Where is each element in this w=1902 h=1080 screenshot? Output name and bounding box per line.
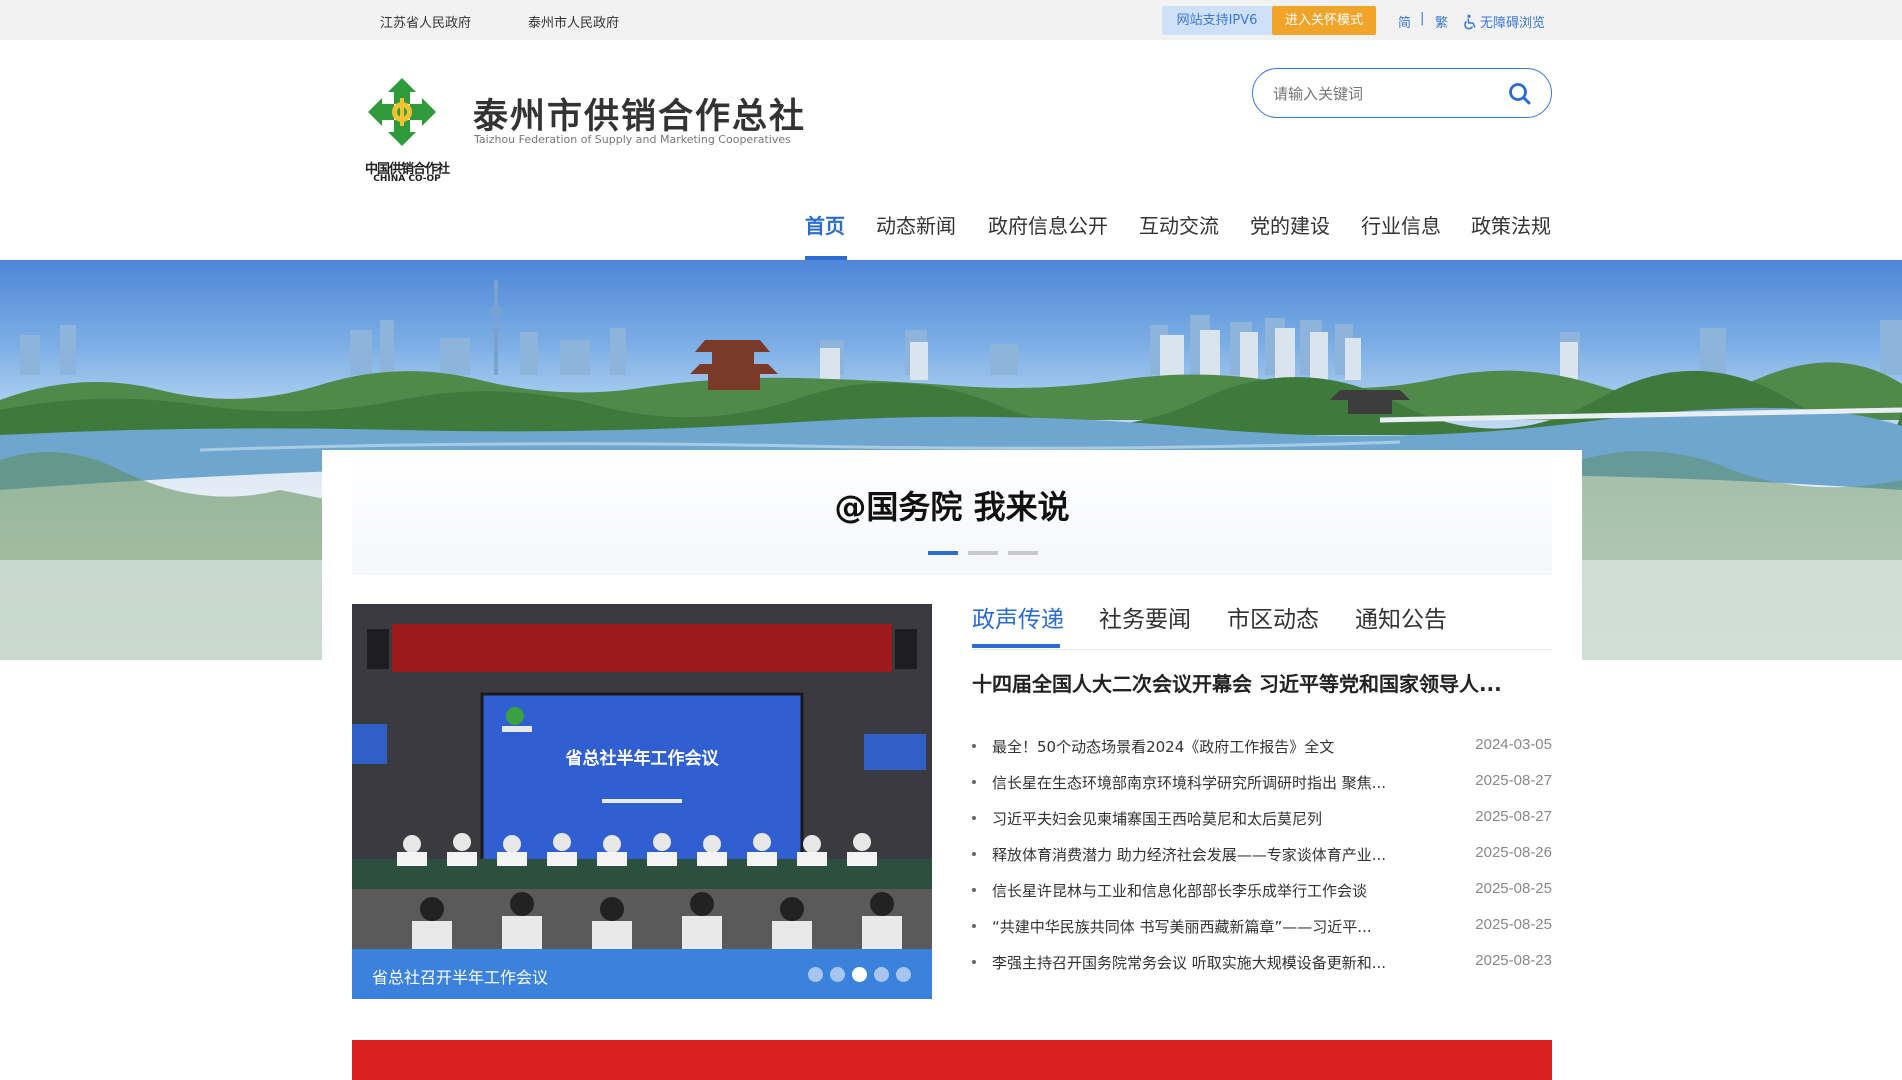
news-item[interactable]: “共建中华民族共同体 书写美丽西藏新篇章”——习近平... 2025-08-25 [972,916,1552,944]
nav-industry-info[interactable]: 行业信息 [1361,210,1441,239]
bullet [972,888,976,892]
ipv6-badge: 网站支持IPV6 [1162,6,1272,35]
promo-banner[interactable] [352,1040,1552,1080]
news-item[interactable]: 习近平夫妇会见柬埔寨国王西哈莫尼和太后莫尼列 2025-08-27 [972,808,1552,836]
news-date: 2025-08-25 [1475,880,1552,897]
news-item[interactable]: 释放体育消费潜力 助力经济社会发展——专家谈体育产业... 2025-08-26 [972,844,1552,872]
carousel-photo[interactable]: 省总社半年工作会议 [352,604,932,949]
headline-pager-dot[interactable] [1008,551,1038,555]
wheelchair-icon [1464,14,1476,30]
care-mode-button[interactable]: 进入关怀模式 [1272,6,1376,35]
lang-separator: | [1420,11,1425,26]
carousel-dot[interactable] [830,967,845,982]
tab-gov-voice[interactable]: 政声传递 [972,600,1064,634]
news-title[interactable]: 信长星在生态环境部南京环境科学研究所调研时指出 聚焦... [992,772,1432,793]
news-item[interactable]: 信长星在生态环境部南京环境科学研究所调研时指出 聚焦... 2025-08-27 [972,772,1552,800]
link-taizhou-gov[interactable]: 泰州市人民政府 [528,12,619,31]
tab-coop-news[interactable]: 社务要闻 [1099,600,1191,634]
promo-banner-lettering [382,1073,1482,1080]
news-title[interactable]: 信长星许昆林与工业和信息化部部长李乐成举行工作会谈 [992,880,1432,901]
carousel-caption[interactable]: 省总社召开半年工作会议 [372,964,548,988]
news-title[interactable]: 最全！50个动态场景看2024《政府工作报告》全文 [992,736,1432,757]
site-title[interactable]: 泰州市供销合作总社 [473,88,806,139]
site-header: 中国供销合作社 CHINA CO-OP 泰州市供销合作总社 Taizhou Fe… [0,40,1902,260]
tab-notices[interactable]: 通知公告 [1355,600,1447,634]
bullet [972,924,976,928]
site-subtitle: Taizhou Federation of Supply and Marketi… [474,133,791,146]
headline-pager-dot[interactable] [928,551,958,555]
nav-gov-info[interactable]: 政府信息公开 [988,210,1108,239]
link-jiangsu-gov[interactable]: 江苏省人民政府 [380,12,471,31]
nav-interaction[interactable]: 互动交流 [1139,210,1219,239]
bullet [972,852,976,856]
news-title[interactable]: 释放体育消费潜力 助力经济社会发展——专家谈体育产业... [992,844,1432,865]
nav-party-building[interactable]: 党的建设 [1250,210,1330,239]
nav-home[interactable]: 首页 [805,210,845,239]
top-bar-inner: 江苏省人民政府 泰州市人民政府 网站支持IPV6 进入关怀模式 简 | 繁 无障… [352,0,1552,40]
carousel-dot[interactable] [808,967,823,982]
carousel-dot[interactable] [896,967,911,982]
accessibility-label: 无障碍浏览 [1480,16,1546,31]
headline-pager-dot[interactable] [968,551,998,555]
accessibility-button[interactable]: 无障碍浏览 [1462,12,1545,31]
headline-strip: @国务院 我来说 [352,450,1552,575]
traditional-chinese-toggle[interactable]: 繁 [1435,12,1448,31]
news-date: 2025-08-25 [1475,916,1552,933]
promo-banner-artwork [382,1060,1482,1080]
news-date: 2025-08-23 [1475,952,1552,969]
headline-title[interactable]: @国务院 我来说 [352,482,1552,528]
news-title[interactable]: “共建中华民族共同体 书写美丽西藏新篇章”——习近平... [992,916,1432,937]
top-bar: 江苏省人民政府 泰州市人民政府 网站支持IPV6 进入关怀模式 简 | 繁 无障… [0,0,1902,40]
news-tabs: 政声传递 社务要闻 市区动态 通知公告 [972,600,1552,650]
news-title[interactable]: 李强主持召开国务院常务会议 听取实施大规模设备更新和... [992,952,1432,973]
lead-news-title[interactable]: 十四届全国人大二次会议开幕会 习近平等党和国家领导人... [972,668,1552,697]
news-item[interactable]: 最全！50个动态场景看2024《政府工作报告》全文 2024-03-05 [972,736,1552,764]
news-date: 2025-08-27 [1475,808,1552,825]
meeting-photo: 省总社半年工作会议 [352,604,932,949]
photo-slide-title: 省总社半年工作会议 [565,748,720,769]
search-box [1252,68,1552,118]
nav-news[interactable]: 动态新闻 [876,210,956,239]
tab-city-updates[interactable]: 市区动态 [1227,600,1319,634]
logo-co-op-en: CHINA CO-OP [373,174,441,184]
bullet [972,780,976,784]
nav-policy[interactable]: 政策法规 [1471,210,1551,239]
simplified-chinese-toggle[interactable]: 简 [1398,12,1411,31]
news-title[interactable]: 习近平夫妇会见柬埔寨国王西哈莫尼和太后莫尼列 [992,808,1432,829]
main-card: @国务院 我来说 省总社半年工作会议 省总社召开半年工作会议 政声传递 社务要闻… [322,450,1582,1080]
co-op-emblem-icon [368,78,436,146]
search-icon[interactable] [1507,81,1533,107]
carousel-caption-bar: 省总社召开半年工作会议 [352,949,932,999]
carousel-dot-active[interactable] [852,967,867,982]
bullet [972,816,976,820]
news-date: 2025-08-27 [1475,772,1552,789]
news-date: 2024-03-05 [1475,736,1552,753]
news-item[interactable]: 李强主持召开国务院常务会议 听取实施大规模设备更新和... 2025-08-23 [972,952,1552,980]
carousel-dot[interactable] [874,967,889,982]
bullet [972,960,976,964]
site-logo[interactable]: 中国供销合作社 CHINA CO-OP [352,66,462,184]
tab-active-indicator [972,644,1060,648]
bullet [972,744,976,748]
news-item[interactable]: 信长星许昆林与工业和信息化部部长李乐成举行工作会谈 2025-08-25 [972,880,1552,908]
news-date: 2025-08-26 [1475,844,1552,861]
search-input[interactable] [1273,82,1493,106]
